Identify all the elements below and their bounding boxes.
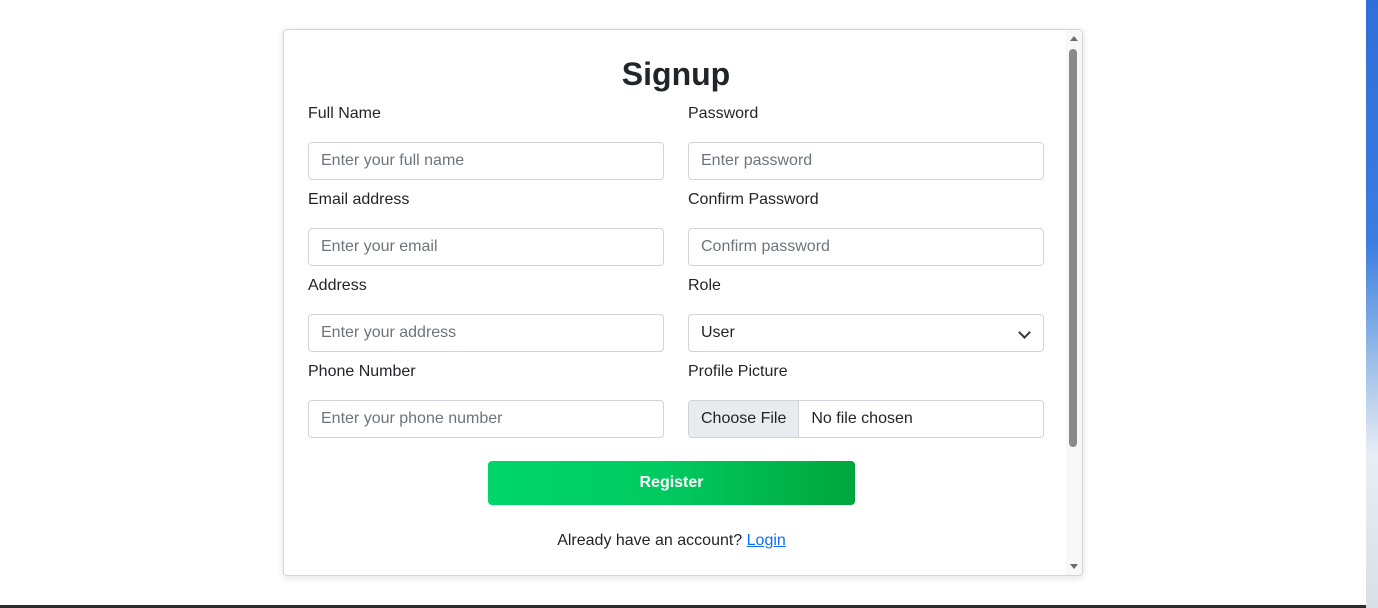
login-link[interactable]: Login — [747, 532, 786, 549]
confirm-password-field: Confirm Password Confirm password — [688, 190, 1044, 266]
phone-label: Phone Number — [308, 363, 416, 380]
role-selected-value: User — [701, 324, 735, 341]
email-input[interactable]: Enter your email — [308, 228, 664, 266]
signup-card: Signup Full Name Enter your full name Em… — [283, 29, 1083, 576]
address-field: Address Enter your address — [308, 276, 664, 352]
scrollbar[interactable] — [1066, 30, 1082, 575]
full-name-label: Full Name — [308, 105, 381, 122]
email-label: Email address — [308, 191, 410, 208]
address-input[interactable]: Enter your address — [308, 314, 664, 352]
phone-input[interactable]: Enter your phone number — [308, 400, 664, 438]
full-name-field: Full Name Enter your full name — [308, 104, 664, 180]
desktop-background-strip — [1366, 0, 1378, 608]
role-field: Role User — [688, 276, 1044, 352]
email-field: Email address Enter your email — [308, 190, 664, 266]
profile-picture-label: Profile Picture — [688, 363, 788, 380]
profile-picture-field: Profile Picture Choose File No file chos… — [688, 362, 1044, 438]
profile-picture-input[interactable]: Choose File No file chosen — [688, 400, 1044, 438]
page-title: Signup — [621, 56, 731, 92]
chevron-down-icon — [1018, 326, 1031, 339]
confirm-password-label: Confirm Password — [688, 191, 819, 208]
password-input[interactable]: Enter password — [688, 142, 1044, 180]
file-status-text: No file chosen — [811, 410, 913, 427]
password-field: Password Enter password — [688, 104, 1044, 180]
login-prompt-text: Already have an account? — [557, 532, 743, 549]
full-name-input[interactable]: Enter your full name — [308, 142, 664, 180]
scrollbar-thumb[interactable] — [1069, 49, 1077, 447]
register-button[interactable]: Register — [488, 461, 855, 505]
address-label: Address — [308, 277, 367, 294]
phone-field: Phone Number Enter your phone number — [308, 362, 664, 438]
login-prompt: Already have an account? Login — [284, 532, 1059, 550]
password-label: Password — [688, 105, 759, 122]
scroll-down-arrow-icon[interactable] — [1070, 564, 1078, 569]
role-label: Role — [688, 277, 721, 294]
choose-file-button[interactable]: Choose File — [689, 401, 800, 437]
role-select[interactable]: User — [688, 314, 1044, 352]
confirm-password-input[interactable]: Confirm password — [688, 228, 1044, 266]
scroll-up-arrow-icon[interactable] — [1070, 36, 1078, 41]
